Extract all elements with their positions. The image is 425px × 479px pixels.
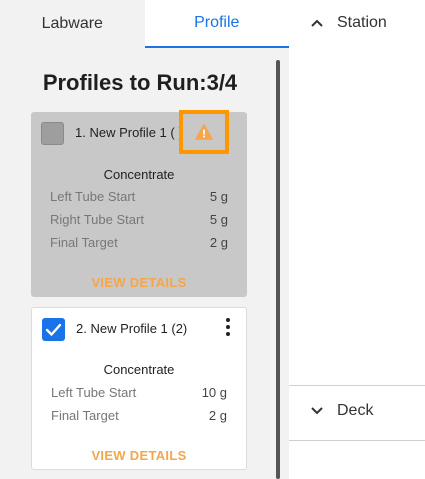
detail-row: Left Tube Start 5 g bbox=[50, 189, 228, 204]
warning-highlight[interactable] bbox=[179, 110, 229, 154]
deck-header[interactable]: Deck bbox=[311, 402, 373, 420]
profile-checkbox[interactable] bbox=[41, 122, 64, 145]
detail-row: Final Target 2 g bbox=[51, 408, 227, 423]
divider bbox=[289, 385, 425, 386]
profile-panel: Labware Profile Profiles to Run:3/4 1. N… bbox=[0, 0, 289, 479]
station-header[interactable]: Station bbox=[311, 14, 387, 32]
deck-label: Deck bbox=[337, 402, 374, 419]
profile-title: 2. New Profile 1 (2) bbox=[76, 321, 188, 336]
detail-value: 5 g bbox=[209, 212, 228, 227]
detail-label: Final Target bbox=[51, 408, 119, 423]
station-label: Station bbox=[337, 14, 387, 31]
detail-label: Left Tube Start bbox=[50, 189, 136, 204]
tab-labware[interactable]: Labware bbox=[0, 0, 145, 48]
profile-checkbox[interactable] bbox=[42, 318, 65, 341]
scrollbar[interactable] bbox=[276, 60, 280, 479]
section-label: Concentrate bbox=[103, 362, 175, 377]
detail-label: Left Tube Start bbox=[51, 385, 137, 400]
divider bbox=[289, 440, 425, 441]
detail-value: 2 g bbox=[209, 235, 228, 250]
page-title: Profiles to Run:3/4 bbox=[42, 70, 238, 95]
view-details-button[interactable]: VIEW DETAILS bbox=[32, 448, 246, 463]
profile-card: 2. New Profile 1 (2) Concentrate Left Tu… bbox=[31, 307, 247, 470]
chevron-up-icon bbox=[311, 19, 323, 27]
detail-value: 10 g bbox=[201, 385, 227, 400]
detail-row: Left Tube Start 10 g bbox=[51, 385, 227, 400]
more-options-icon[interactable] bbox=[220, 316, 236, 338]
section-label: Concentrate bbox=[103, 167, 175, 182]
tab-bar: Labware Profile bbox=[0, 0, 289, 48]
tab-profile[interactable]: Profile bbox=[144, 0, 289, 48]
profile-title: 1. New Profile 1 ( ) bbox=[75, 125, 183, 140]
view-details-button[interactable]: VIEW DETAILS bbox=[31, 275, 247, 290]
detail-row: Right Tube Start 5 g bbox=[50, 212, 228, 227]
detail-value: 2 g bbox=[208, 408, 227, 423]
chevron-down-icon bbox=[311, 407, 323, 415]
detail-label: Final Target bbox=[50, 235, 118, 250]
detail-label: Right Tube Start bbox=[50, 212, 144, 227]
detail-row: Final Target 2 g bbox=[50, 235, 228, 250]
warning-triangle-icon bbox=[195, 124, 213, 140]
profile-card: 1. New Profile 1 ( ) Concentrate Left Tu… bbox=[31, 110, 247, 297]
detail-value: 5 g bbox=[209, 189, 228, 204]
checkmark-icon bbox=[45, 323, 62, 336]
